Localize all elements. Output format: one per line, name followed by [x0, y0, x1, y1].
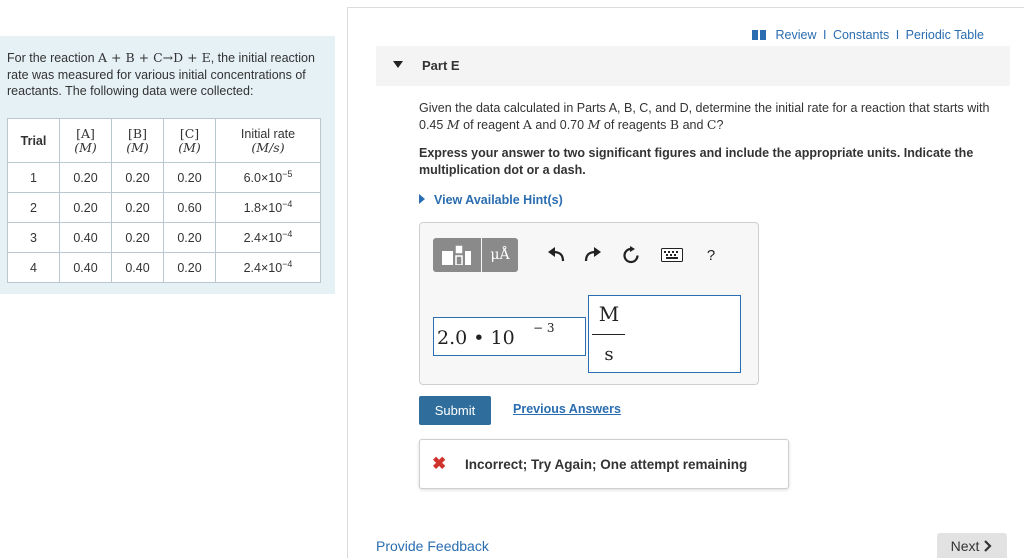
table-row: 4 0.40 0.40 0.20 2.4×10−4 [7, 252, 321, 283]
constants-link[interactable]: Constants [833, 28, 889, 42]
cell-c: 0.20 [163, 252, 216, 283]
cell-a: 0.20 [59, 192, 112, 223]
unit-numerator: M [598, 302, 620, 326]
table-row: 2 0.20 0.20 0.60 1.8×10−4 [7, 192, 321, 223]
reaction-equation: A + B + C→D + E [98, 50, 211, 65]
header-a: [A] (M) [59, 118, 112, 163]
rate-data-table: Trial [A] (M) [B] (M) [C] (M) Initial rate(… [7, 118, 321, 283]
part-title: Part E [422, 58, 460, 73]
previous-answers-link[interactable]: Previous Answers [513, 402, 621, 416]
cell-rate: 2.4×10−4 [215, 252, 321, 283]
answer-editor: μÅ ? 2.0 • 10 − 3 M s [419, 222, 759, 385]
cell-trial: 2 [7, 192, 60, 223]
cell-trial: 1 [7, 162, 60, 193]
cell-a: 0.40 [59, 252, 112, 283]
collapse-arrow-icon[interactable] [393, 61, 403, 68]
keyboard-icon[interactable] [655, 238, 689, 272]
fraction-bar [592, 334, 625, 335]
header-c: [C] (M) [163, 118, 216, 163]
cell-a: 0.40 [59, 222, 112, 253]
answer-exponent: − 3 [533, 321, 555, 335]
provide-feedback-link[interactable]: Provide Feedback [376, 538, 489, 554]
answer-value-field[interactable]: 2.0 • 10 − 3 [433, 317, 586, 356]
undo-icon[interactable] [544, 238, 568, 272]
view-hints-link[interactable]: View Available Hint(s) [419, 193, 563, 207]
answer-instruction: Express your answer to two significant f… [419, 146, 974, 177]
answer-units-field[interactable]: M s [588, 295, 741, 373]
next-button[interactable]: Next [937, 533, 1007, 558]
problem-intro: For the reaction A + B + C→D + E, the in… [7, 50, 315, 98]
cell-b: 0.20 [111, 192, 164, 223]
cell-c: 0.60 [163, 192, 216, 223]
incorrect-x-icon: ✖ [432, 454, 447, 473]
periodic-table-link[interactable]: Periodic Table [906, 28, 984, 42]
book-icon [752, 30, 766, 40]
header-b: [B] (M) [111, 118, 164, 163]
cell-trial: 3 [7, 222, 60, 253]
redo-icon[interactable] [581, 238, 605, 272]
cell-rate: 6.0×10−5 [215, 162, 321, 193]
cell-b: 0.20 [111, 162, 164, 193]
table-row: 1 0.20 0.20 0.20 6.0×10−5 [7, 162, 321, 193]
submit-button[interactable]: Submit [419, 396, 491, 425]
cell-b: 0.20 [111, 222, 164, 253]
unit-denominator: s [604, 344, 614, 365]
feedback-box: ✖ Incorrect; Try Again; One attempt rema… [419, 439, 789, 489]
panel-divider [347, 8, 348, 558]
table-header-row: Trial [A] (M) [B] (M) [C] (M) Initial rate(… [7, 118, 321, 163]
cell-c: 0.20 [163, 222, 216, 253]
cell-rate: 2.4×10−4 [215, 222, 321, 253]
cell-a: 0.20 [59, 162, 112, 193]
top-divider [347, 7, 1024, 8]
resource-links: Review I Constants I Periodic Table [752, 28, 984, 42]
templates-button[interactable] [433, 238, 481, 272]
feedback-text: Incorrect; Try Again; One attempt remain… [465, 457, 748, 472]
help-button[interactable]: ? [699, 238, 723, 272]
templates-icon [442, 245, 471, 265]
cell-c: 0.20 [163, 162, 216, 193]
problem-panel: For the reaction A + B + C→D + E, the in… [0, 36, 335, 294]
expand-arrow-icon [419, 194, 425, 204]
cell-trial: 4 [7, 252, 60, 283]
cell-b: 0.40 [111, 252, 164, 283]
units-button[interactable]: μÅ [482, 238, 518, 272]
header-rate: Initial rate (M/s) [215, 118, 321, 163]
question-text: Given the data calculated in Parts A, B,… [419, 101, 990, 132]
chevron-right-icon [984, 539, 992, 552]
part-header[interactable]: Part E [376, 46, 1010, 86]
cell-rate: 1.8×10−4 [215, 192, 321, 223]
table-row: 3 0.40 0.20 0.20 2.4×10−4 [7, 222, 321, 253]
answer-value: 2.0 • 10 [437, 327, 515, 349]
header-trial: Trial [7, 118, 60, 163]
review-link[interactable]: Review [775, 28, 816, 42]
reset-icon[interactable] [619, 238, 643, 272]
